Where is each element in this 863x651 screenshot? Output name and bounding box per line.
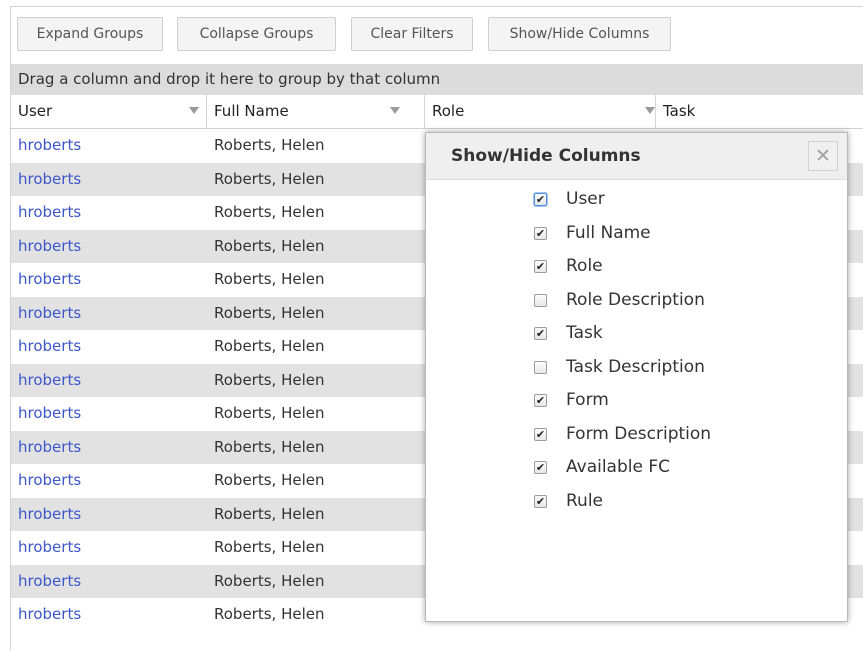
column-option-label[interactable]: User bbox=[566, 183, 605, 217]
close-icon[interactable]: ✕ bbox=[808, 141, 838, 171]
column-option-label[interactable]: Available FC bbox=[566, 451, 670, 485]
column-header-label: User bbox=[18, 102, 53, 120]
cell-full-name: Roberts, Helen bbox=[214, 471, 325, 489]
column-header-task[interactable]: Task bbox=[656, 95, 863, 128]
column-option-label[interactable]: Form bbox=[566, 384, 609, 418]
cell-full-name: Roberts, Helen bbox=[214, 437, 325, 456]
column-option-label[interactable]: Role bbox=[566, 250, 603, 284]
expand-groups-button[interactable]: Expand Groups bbox=[17, 17, 163, 51]
column-header-user[interactable]: User bbox=[11, 95, 207, 128]
cell-user[interactable]: hroberts bbox=[11, 364, 81, 398]
collapse-groups-button[interactable]: Collapse Groups bbox=[177, 17, 336, 51]
filter-icon[interactable] bbox=[645, 107, 655, 114]
cell-full-name: Roberts, Helen bbox=[214, 169, 325, 188]
dialog-header: Show/Hide Columns ✕ bbox=[426, 133, 847, 180]
cell-full-name: Roberts, Helen bbox=[214, 236, 325, 255]
cell-user[interactable]: hroberts bbox=[11, 196, 81, 230]
cell-user[interactable]: hroberts bbox=[11, 163, 81, 197]
column-option-label[interactable]: Form Description bbox=[566, 418, 711, 452]
cell-full-name: Roberts, Helen bbox=[214, 504, 325, 523]
cell-full-name: Roberts, Helen bbox=[214, 203, 325, 221]
column-header-label: Full Name bbox=[214, 102, 289, 120]
checkbox-checked[interactable]: ✔ bbox=[534, 494, 547, 508]
column-option-label[interactable]: Task Description bbox=[566, 351, 705, 385]
cell-user[interactable]: hroberts bbox=[11, 129, 81, 163]
cell-user[interactable]: hroberts bbox=[11, 431, 81, 465]
cell-full-name: Roberts, Helen bbox=[214, 605, 325, 623]
cell-user[interactable]: hroberts bbox=[11, 263, 81, 297]
dialog-title: Show/Hide Columns bbox=[451, 146, 641, 166]
clear-filters-button[interactable]: Clear Filters bbox=[351, 17, 473, 51]
cell-full-name: Roberts, Helen bbox=[214, 303, 325, 322]
checkbox-checked[interactable]: ✔ bbox=[534, 226, 547, 240]
checkbox-checked[interactable]: ✔ bbox=[534, 394, 547, 407]
group-drop-zone[interactable]: Drag a column and drop it here to group … bbox=[11, 64, 863, 95]
column-option-label[interactable]: Full Name bbox=[566, 217, 651, 251]
cell-user[interactable]: hroberts bbox=[11, 531, 81, 565]
column-header-label: Task bbox=[663, 102, 696, 120]
column-header-label: Role bbox=[432, 102, 465, 120]
checkbox-checked[interactable]: ✔ bbox=[534, 461, 547, 474]
show-hide-columns-dialog: Show/Hide Columns ✕ ✔ User ✔ Full Name ✔ Role… bbox=[425, 132, 848, 622]
column-option-label[interactable]: Rule bbox=[566, 485, 603, 519]
checkbox-checked[interactable]: ✔ bbox=[534, 260, 547, 273]
cell-user[interactable]: hroberts bbox=[11, 598, 81, 632]
column-option-label[interactable]: Task bbox=[566, 317, 603, 351]
cell-user[interactable]: hroberts bbox=[11, 397, 81, 431]
cell-full-name: Roberts, Helen bbox=[214, 571, 325, 590]
cell-full-name: Roberts, Helen bbox=[214, 370, 325, 389]
cell-full-name: Roberts, Helen bbox=[214, 136, 325, 154]
filter-icon[interactable] bbox=[189, 107, 199, 114]
cell-user[interactable]: hroberts bbox=[11, 498, 81, 532]
grid-header: User Full Name Role Task bbox=[11, 95, 863, 129]
cell-user[interactable]: hroberts bbox=[11, 565, 81, 599]
cell-user[interactable]: hroberts bbox=[11, 464, 81, 498]
checkbox-checked[interactable]: ✔ bbox=[534, 427, 547, 441]
toolbar: Expand Groups Collapse Groups Clear Filt… bbox=[11, 7, 863, 59]
show-hide-columns-button[interactable]: Show/Hide Columns bbox=[488, 17, 671, 51]
grid-container: Expand Groups Collapse Groups Clear Filt… bbox=[10, 6, 863, 651]
checkbox-checked[interactable]: ✔ bbox=[534, 193, 547, 206]
column-option-label[interactable]: Role Description bbox=[566, 284, 705, 318]
checkbox-checked[interactable]: ✔ bbox=[534, 327, 547, 340]
cell-user[interactable]: hroberts bbox=[11, 230, 81, 264]
cell-full-name: Roberts, Helen bbox=[214, 337, 325, 355]
cell-user[interactable]: hroberts bbox=[11, 297, 81, 331]
checkbox-unchecked[interactable] bbox=[534, 293, 547, 307]
cell-full-name: Roberts, Helen bbox=[214, 538, 325, 556]
cell-user[interactable]: hroberts bbox=[11, 330, 81, 364]
cell-full-name: Roberts, Helen bbox=[214, 270, 325, 288]
filter-icon[interactable] bbox=[390, 107, 400, 114]
cell-full-name: Roberts, Helen bbox=[214, 404, 325, 422]
checkbox-unchecked[interactable] bbox=[534, 360, 547, 374]
column-header-role[interactable]: Role bbox=[425, 95, 656, 128]
